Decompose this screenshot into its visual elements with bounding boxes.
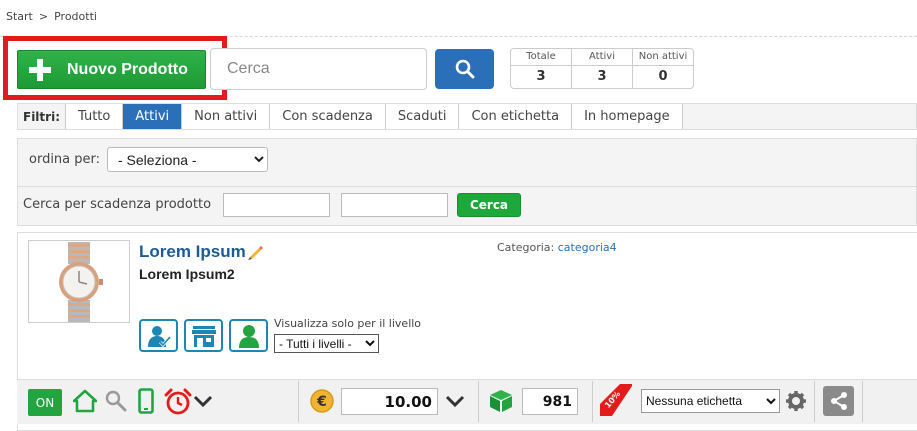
filters-label: Filtri: xyxy=(18,104,66,129)
store-icon xyxy=(191,325,216,347)
gear-icon[interactable] xyxy=(785,388,807,414)
expiry-search-button[interactable]: Cerca xyxy=(457,193,521,217)
magnifier-icon xyxy=(455,59,474,79)
divider xyxy=(862,381,863,422)
home-icon[interactable] xyxy=(73,388,97,414)
tab-inactive[interactable]: Non attivi xyxy=(182,104,271,129)
share-icon xyxy=(830,392,847,410)
filter-tabs: Filtri: Tutto Attivi Non attivi Con scad… xyxy=(17,103,917,130)
search-input[interactable] xyxy=(210,48,427,90)
product-counters: Totale 3 Attivi 3 Non attivi 0 xyxy=(510,48,694,89)
expiry-date-to-input[interactable] xyxy=(341,193,448,217)
euro-coin-icon: € xyxy=(310,388,334,414)
alarm-clock-icon[interactable] xyxy=(164,388,192,416)
price-input[interactable] xyxy=(341,388,438,415)
new-product-label: Nuovo Prodotto xyxy=(67,60,188,78)
product-subtitle: Lorem Ipsum2 xyxy=(139,266,235,282)
breadcrumb-home[interactable]: Start xyxy=(6,10,33,23)
edit-pencil-icon[interactable] xyxy=(246,243,264,261)
share-button[interactable] xyxy=(823,386,854,416)
breadcrumb: Start > Prodotti xyxy=(6,10,97,23)
search-button[interactable] xyxy=(435,49,494,89)
tab-expired[interactable]: Scaduti xyxy=(385,104,460,129)
counter-label: Attivi xyxy=(572,49,632,66)
level-select[interactable]: - Tutti i livelli - xyxy=(274,334,379,353)
search-zoom-icon[interactable] xyxy=(104,388,128,414)
product-title[interactable]: Lorem Ipsum xyxy=(139,242,246,262)
new-product-button[interactable]: Nuovo Prodotto xyxy=(17,50,206,89)
counter-value: 3 xyxy=(597,69,607,84)
chevron-down-icon[interactable] xyxy=(192,388,214,414)
plus-icon xyxy=(18,51,62,88)
mobile-icon[interactable] xyxy=(137,388,155,414)
divider xyxy=(814,381,815,422)
sort-select[interactable]: - Seleziona - xyxy=(107,147,268,172)
watch-image xyxy=(59,241,103,322)
box-icon xyxy=(488,388,514,414)
counter-label: Non attivi xyxy=(633,49,693,66)
category-link[interactable]: categoria4 xyxy=(558,241,617,254)
divider xyxy=(298,381,299,422)
counter-value: 0 xyxy=(658,69,668,84)
counter-label: Totale xyxy=(511,49,571,66)
assign-user-button[interactable] xyxy=(139,319,178,352)
counter-inactive: Non attivi 0 xyxy=(633,49,693,88)
divider xyxy=(592,381,593,422)
counter-value: 3 xyxy=(536,69,546,84)
breadcrumb-separator: > xyxy=(38,10,49,23)
counter-active: Attivi 3 xyxy=(572,49,633,88)
expiry-date-from-input[interactable] xyxy=(223,193,330,217)
discount-tag-icon: 10% xyxy=(598,384,632,418)
tab-with-expiry[interactable]: Con scadenza xyxy=(270,104,386,129)
chevron-down-icon[interactable] xyxy=(444,388,466,414)
svg-text:€: € xyxy=(316,394,327,410)
divider xyxy=(478,381,479,422)
breadcrumb-current: Prodotti xyxy=(54,10,97,23)
shop-button[interactable] xyxy=(184,319,223,352)
product-category: Categoria: categoria4 xyxy=(497,241,617,254)
tab-active[interactable]: Attivi xyxy=(123,104,183,129)
user-button[interactable] xyxy=(229,319,268,352)
expiry-search-label: Cerca per scadenza prodotto xyxy=(23,197,212,212)
level-visibility-label: Visualizza solo per il livello xyxy=(274,317,422,330)
tab-with-label[interactable]: Con etichetta xyxy=(459,104,573,129)
tab-all[interactable]: Tutto xyxy=(66,104,124,129)
quantity-input[interactable] xyxy=(522,388,578,415)
tab-in-homepage[interactable]: In homepage xyxy=(572,104,683,129)
product-image[interactable] xyxy=(28,240,130,323)
sort-label: ordina per: xyxy=(29,152,101,167)
divider xyxy=(17,186,917,187)
category-label: Categoria: xyxy=(497,241,555,254)
user-icon xyxy=(238,324,259,348)
status-toggle-button[interactable]: ON xyxy=(28,389,62,416)
label-select[interactable]: Nessuna etichetta xyxy=(641,389,780,413)
counter-total: Totale 3 xyxy=(511,49,572,88)
user-check-icon xyxy=(147,325,171,347)
